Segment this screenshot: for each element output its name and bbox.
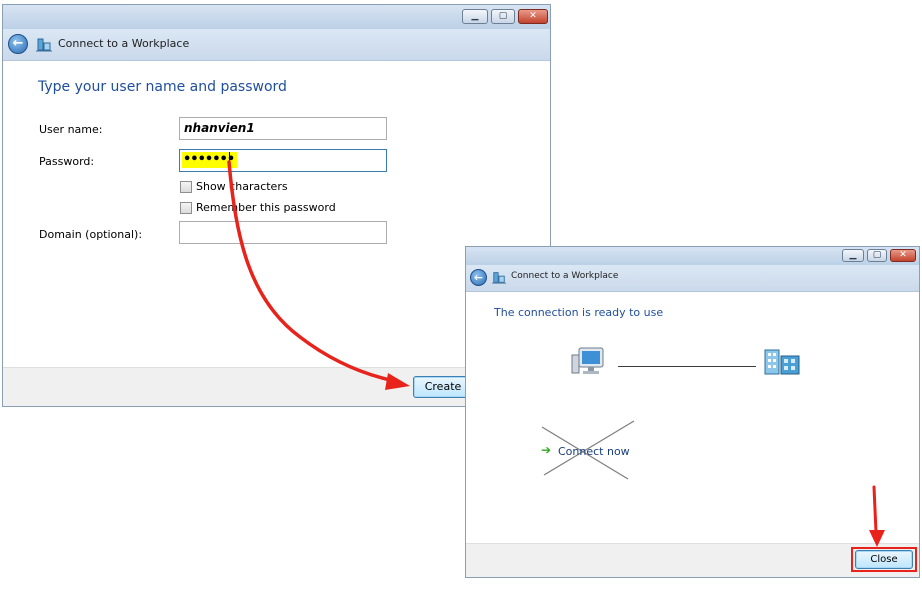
annotation-arrow-password-to-create <box>227 160 392 382</box>
annotation-arrow-to-close <box>872 485 878 534</box>
annotation-arrowhead-close <box>869 530 885 547</box>
annotation-arrowhead-create <box>385 373 410 390</box>
annotation-arrows <box>227 160 885 547</box>
